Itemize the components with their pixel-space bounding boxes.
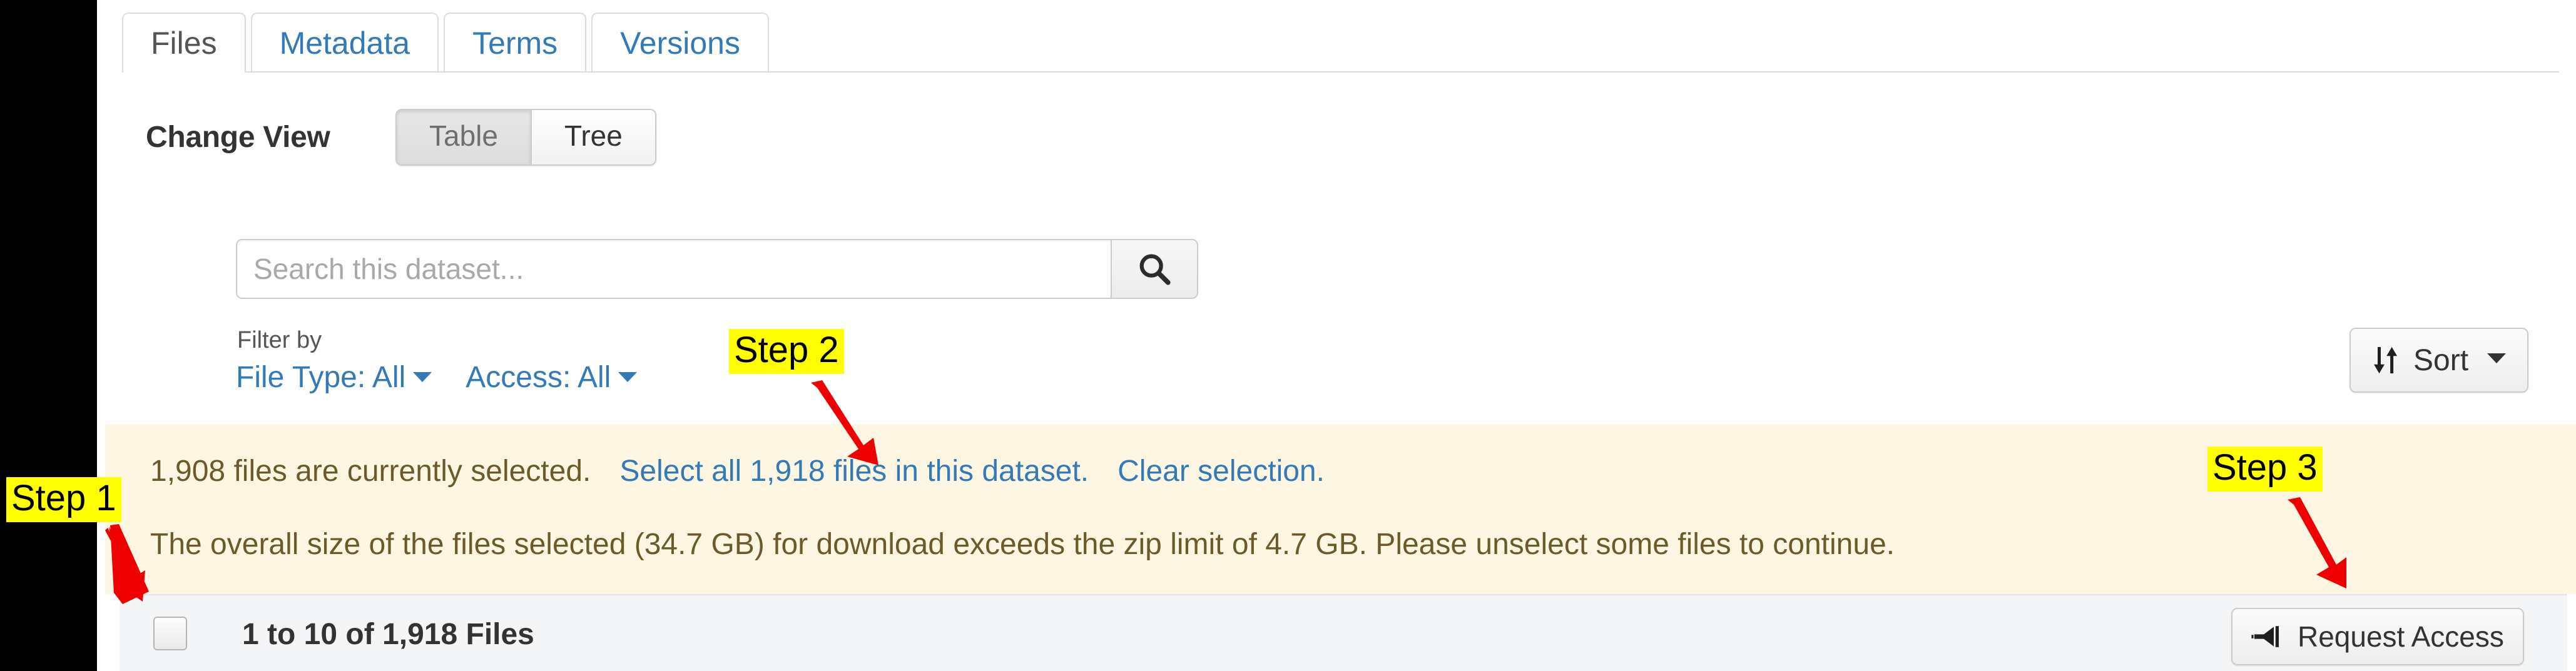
change-view-row: Change View Table Tree (97, 106, 2576, 166)
chevron-down-icon (413, 372, 432, 383)
selection-alert-banner: 1,908 files are currently selected. Sele… (105, 424, 2576, 594)
selection-summary-line: 1,908 files are currently selected. Sele… (150, 454, 1353, 488)
search-icon (1139, 254, 1171, 285)
annotation-step-1-arrow (105, 524, 149, 604)
tab-files[interactable]: Files (122, 13, 246, 73)
filter-access-label: Access: All (466, 361, 611, 394)
tab-files-label: Files (151, 26, 217, 61)
dataset-search-group (236, 239, 1198, 299)
change-view-label: Change View (146, 121, 330, 154)
tab-metadata-label: Metadata (279, 26, 410, 61)
select-all-files-checkbox[interactable] (153, 617, 187, 650)
tab-metadata[interactable]: Metadata (250, 13, 439, 73)
search-button[interactable] (1112, 239, 1198, 299)
search-input[interactable] (236, 239, 1112, 299)
filter-file-type-label: File Type: All (236, 361, 406, 394)
request-access-button-label: Request Access (2298, 620, 2504, 653)
clear-selection-link[interactable]: Clear selection. (1117, 454, 1325, 488)
dataset-tab-bar: Files Metadata Terms Versions (122, 6, 774, 73)
filter-access-dropdown[interactable]: Access: All (466, 360, 638, 395)
view-toggle-tree[interactable]: Tree (531, 109, 656, 166)
chevron-down-icon (618, 372, 638, 383)
tab-versions-label: Versions (620, 26, 740, 61)
zip-limit-warning-text: The overall size of the files selected (… (150, 528, 1895, 561)
file-range-count-label: 1 to 10 of 1,918 Files (242, 618, 534, 651)
view-toggle-group: Table Tree (395, 109, 656, 166)
left-black-gutter (0, 0, 97, 671)
filter-file-type-dropdown[interactable]: File Type: All (236, 360, 432, 395)
sort-button-label: Sort (2413, 343, 2469, 377)
tab-terms[interactable]: Terms (444, 13, 587, 73)
tab-versions[interactable]: Versions (591, 13, 769, 73)
bullhorn-icon (2251, 626, 2279, 647)
chevron-down-icon (2487, 353, 2507, 363)
annotation-step-1-label: Step 1 (6, 477, 121, 522)
view-toggle-tree-label: Tree (564, 119, 623, 152)
view-toggle-table[interactable]: Table (395, 109, 532, 166)
tab-terms-label: Terms (472, 26, 558, 61)
file-table-header: 1 to 10 of 1,918 Files Request Access (120, 594, 2567, 671)
request-access-button[interactable]: Request Access (2231, 608, 2524, 665)
tab-bar-divider (122, 71, 2559, 73)
dataset-files-panel: Files Metadata Terms Versions Change Vie… (97, 0, 2576, 671)
annotation-step-3-label: Step 3 (2207, 446, 2323, 492)
selected-files-count-text: 1,908 files are currently selected. (150, 455, 591, 488)
annotation-step-3-arrow (2288, 497, 2346, 588)
annotation-step-2-arrow (811, 380, 878, 465)
annotation-step-2-label: Step 2 (729, 329, 844, 374)
filter-link-group: File Type: All Access: All (236, 360, 671, 395)
view-toggle-table-label: Table (429, 119, 498, 152)
sort-button[interactable]: Sort (2349, 328, 2529, 393)
sort-updown-icon (2374, 346, 2398, 374)
filter-by-label: Filter by (237, 327, 322, 353)
